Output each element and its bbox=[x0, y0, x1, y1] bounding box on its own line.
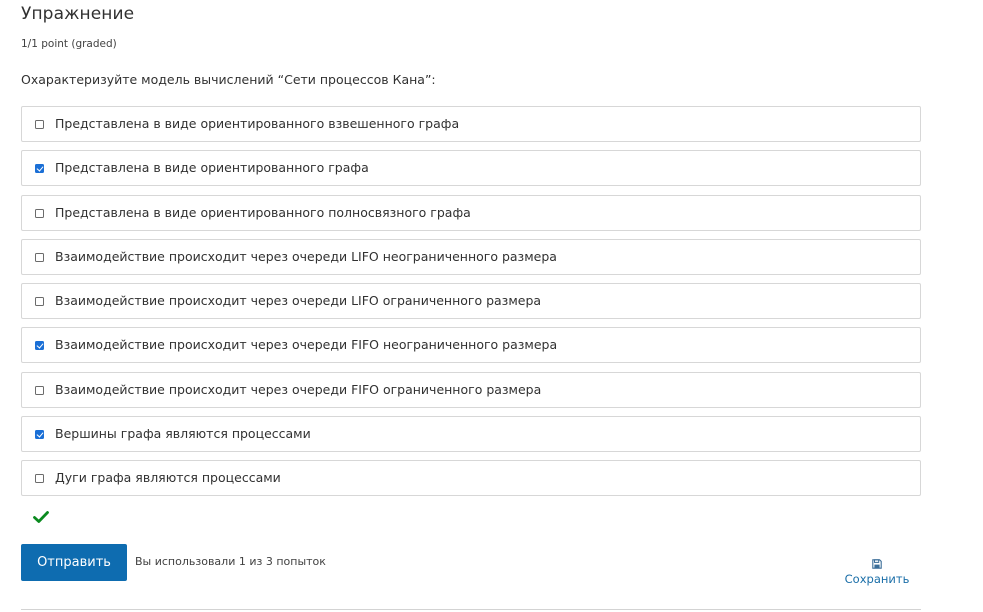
save-button[interactable]: Сохранить bbox=[842, 554, 912, 587]
checkbox[interactable] bbox=[35, 297, 44, 307]
checkbox[interactable] bbox=[35, 208, 44, 218]
choice-label: Представлена в виде ориентированного взв… bbox=[55, 116, 460, 131]
choice-item[interactable]: Представлена в виде ориентированного взв… bbox=[21, 106, 921, 142]
choice-item[interactable]: Взаимодействие происходит через очереди … bbox=[21, 327, 921, 364]
choice-label: Взаимодействие происходит через очереди … bbox=[55, 293, 542, 309]
section-divider bbox=[21, 609, 921, 610]
choice-label: Взаимодействие происходит через очереди … bbox=[55, 381, 542, 397]
choice-item[interactable]: Представлена в виде ориентированного гра… bbox=[21, 150, 921, 187]
choice-label: Взаимодействие происходит через очереди … bbox=[55, 337, 558, 353]
choice-item[interactable]: Взаимодействие происходит через очереди … bbox=[21, 283, 921, 320]
problem-title: Упражнение bbox=[21, 4, 135, 24]
checkmark-icon bbox=[33, 509, 49, 523]
choice-label: Дуги графа являются процессами bbox=[55, 470, 281, 486]
choice-label: Представлена в виде ориентированного пол… bbox=[55, 204, 471, 220]
choice-label: Взаимодействие происходит через очереди … bbox=[55, 248, 557, 264]
choice-label: Представлена в виде ориентированного гра… bbox=[55, 160, 369, 176]
choice-item[interactable]: Взаимодействие происходит через очереди … bbox=[21, 238, 921, 275]
checkbox[interactable] bbox=[35, 341, 44, 351]
checkbox[interactable] bbox=[35, 164, 44, 174]
checkbox[interactable] bbox=[35, 474, 44, 484]
choice-item[interactable]: Вершины графа являются процессами bbox=[21, 416, 921, 453]
choice-item[interactable]: Представлена в виде ориентированного пол… bbox=[21, 194, 921, 231]
checkbox[interactable] bbox=[35, 252, 44, 262]
save-label: Сохранить bbox=[844, 572, 910, 586]
checkbox[interactable] bbox=[35, 430, 44, 440]
question-prompt: Охарактеризуйте модель вычислений “Сети … bbox=[21, 72, 436, 87]
choice-list: Представлена в виде ориентированного взв… bbox=[21, 106, 921, 505]
choice-item[interactable]: Взаимодействие происходит через очереди … bbox=[21, 371, 921, 408]
submit-button[interactable]: Отправить bbox=[21, 544, 127, 581]
choice-item[interactable]: Дуги графа являются процессами bbox=[21, 460, 921, 497]
attempts-counter: Вы использовали 1 из 3 попыток bbox=[135, 555, 326, 568]
points-label: 1/1 point (graded) bbox=[21, 38, 117, 50]
choice-label: Вершины графа являются процессами bbox=[55, 426, 311, 442]
checkbox[interactable] bbox=[35, 120, 44, 129]
checkbox[interactable] bbox=[35, 385, 44, 395]
floppy-disk-icon bbox=[872, 554, 882, 569]
problem-page: Упражнение 1/1 point (graded) Охарактери… bbox=[0, 0, 983, 612]
